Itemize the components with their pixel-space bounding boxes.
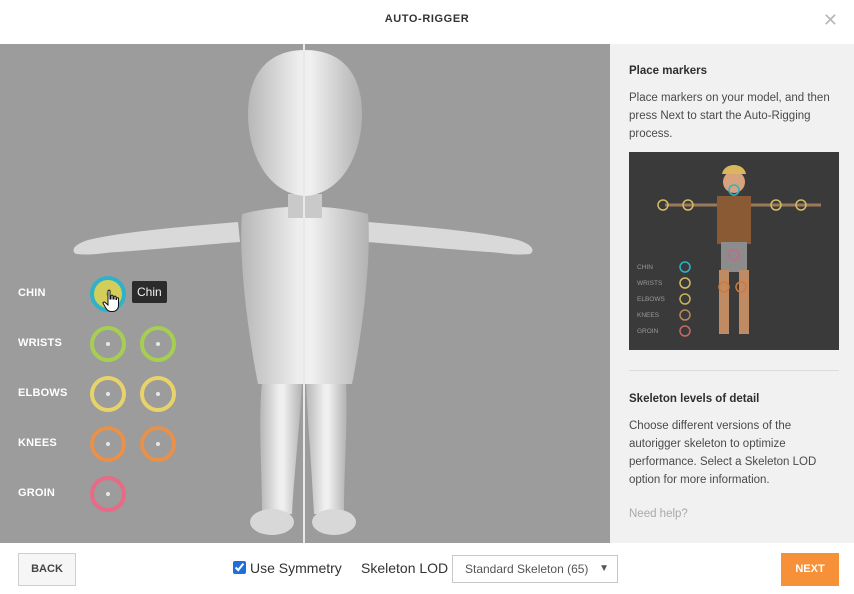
marker-dot [156,342,160,346]
marker-row-chin: CHIN [0,274,200,314]
back-button[interactable]: BACK [18,553,76,586]
marker-dot [106,442,110,446]
preview-legend-wrists: WRISTS [637,280,663,287]
close-icon[interactable]: ✕ [823,9,838,31]
need-help-link[interactable]: Need help? [629,508,688,520]
dialog-footer: BACK Use Symmetry Skeleton LOD Standard … [0,543,854,594]
preview-legend-elbows: ELBOWS [637,296,665,303]
hand-cursor-icon [102,289,119,312]
elbow-marker-right[interactable] [140,376,176,412]
place-markers-title: Place markers [629,65,708,77]
next-button[interactable]: NEXT [781,553,839,586]
marker-row-wrists: WRISTS [0,324,200,364]
marker-label-wrists: WRISTS [18,337,62,349]
use-symmetry-label: Use Symmetry [250,560,342,576]
place-markers-text: Place markers on your model, and then pr… [629,92,830,140]
marker-row-groin: GROIN [0,474,200,514]
preview-figure: CHIN WRISTS ELBOWS KNEES GROIN [629,152,839,350]
marker-dot [156,392,160,396]
knee-marker-right[interactable] [140,426,176,462]
marker-dot [106,392,110,396]
dialog-header: AUTO-RIGGER ✕ [0,0,854,44]
marker-label-knees: KNEES [18,437,57,449]
symmetry-divider [303,44,305,543]
marker-label-chin: CHIN [18,287,46,299]
skeleton-lod-text: Choose different versions of the autorig… [629,420,817,486]
wrist-marker-right[interactable] [140,326,176,362]
marker-label-groin: GROIN [18,487,56,499]
preview-legend-chin: CHIN [637,264,653,271]
chin-tooltip: Chin [132,281,167,303]
marker-label-elbows: ELBOWS [18,387,68,399]
model-viewport[interactable]: CHIN WRISTS ELBOWS KNEES GROIN [0,44,610,543]
use-symmetry-checkbox[interactable] [233,561,246,574]
preview-legend-groin: GROIN [637,328,659,335]
groin-marker[interactable] [90,476,126,512]
preview-legend-knees: KNEES [637,312,660,319]
skeleton-lod-select[interactable]: Standard Skeleton (65) ▼ [452,555,618,583]
side-panel: Place markers Place markers on your mode… [610,44,854,543]
marker-dot [156,442,160,446]
knee-marker-left[interactable] [90,426,126,462]
marker-preview-image: CHIN WRISTS ELBOWS KNEES GROIN [629,152,839,350]
chevron-down-icon: ▼ [599,563,609,574]
marker-row-elbows: ELBOWS [0,374,200,414]
marker-row-knees: KNEES [0,424,200,464]
section-divider [629,370,839,371]
elbow-marker-left[interactable] [90,376,126,412]
skeleton-lod-title: Skeleton levels of detail [629,393,760,405]
wrist-marker-left[interactable] [90,326,126,362]
dialog-title: AUTO-RIGGER [384,13,470,25]
skeleton-lod-label: Skeleton LOD [361,560,449,576]
skeleton-lod-value: Standard Skeleton (65) [465,562,589,576]
marker-dot [106,342,110,346]
use-symmetry-toggle[interactable]: Use Symmetry [233,560,342,576]
marker-dot [106,492,110,496]
